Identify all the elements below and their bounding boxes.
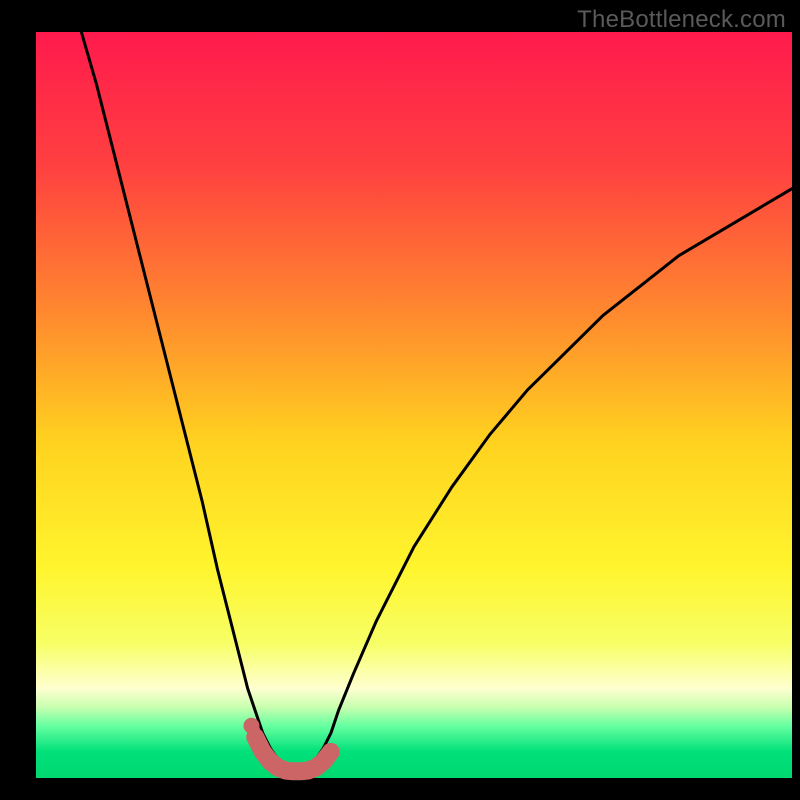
gradient-background <box>36 32 792 778</box>
marker-dot <box>243 718 259 734</box>
chart-frame: TheBottleneck.com <box>0 0 800 800</box>
watermark-text: TheBottleneck.com <box>577 6 786 34</box>
bottleneck-plot <box>0 0 800 800</box>
